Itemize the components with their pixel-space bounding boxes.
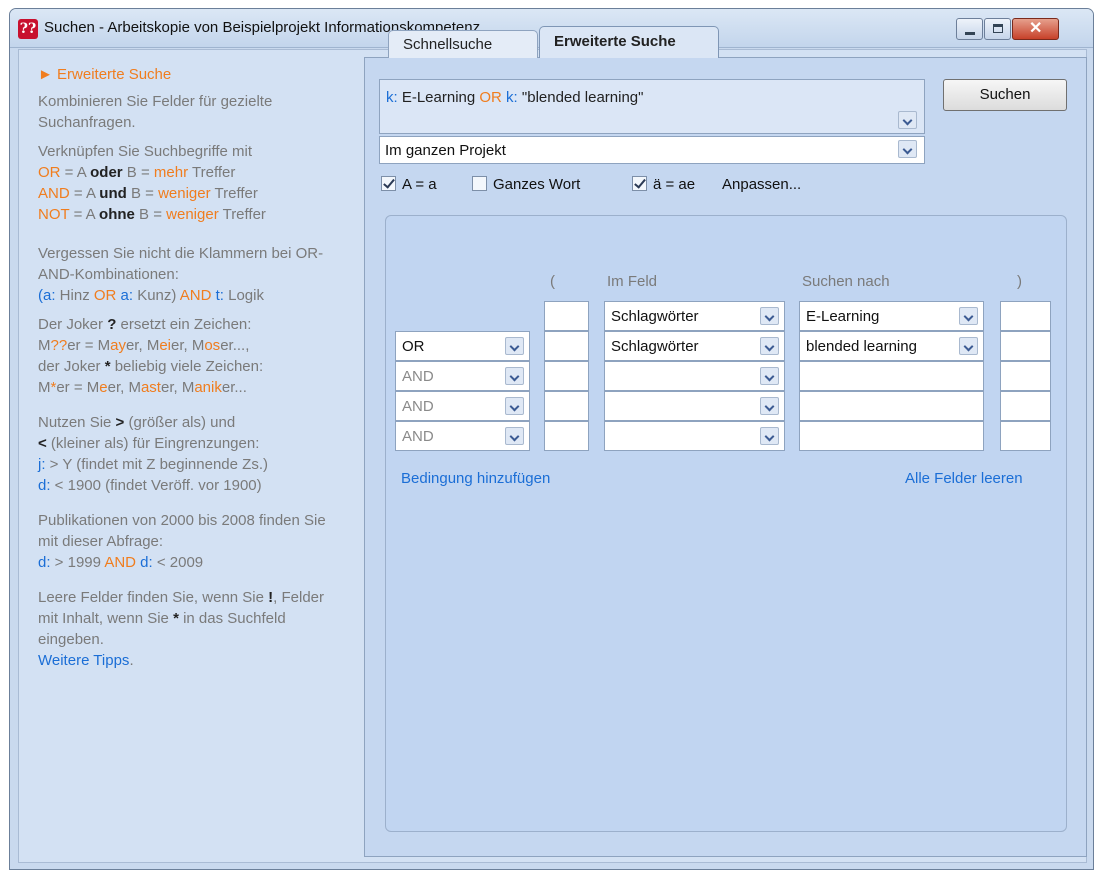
close-paren-input[interactable]: [1000, 301, 1051, 331]
more-tips-link[interactable]: Weitere Tipps: [38, 652, 129, 669]
chevron-down-icon[interactable]: [898, 111, 917, 129]
chevron-down-icon[interactable]: [760, 367, 779, 385]
chevron-down-icon[interactable]: [505, 397, 524, 415]
maximize-button[interactable]: [984, 18, 1011, 40]
tab-advanced-search[interactable]: Erweiterte Suche: [539, 26, 719, 58]
col-close-paren: ): [1017, 273, 1022, 290]
chevron-down-icon[interactable]: [505, 427, 524, 445]
open-paren-input[interactable]: [544, 421, 589, 451]
field-select[interactable]: [604, 361, 785, 391]
scope-select[interactable]: Im ganzen Projekt: [379, 136, 925, 164]
tab-quick-search[interactable]: Schnellsuche: [388, 30, 538, 58]
field-select[interactable]: [604, 421, 785, 451]
add-condition-link[interactable]: Bedingung hinzufügen: [401, 470, 550, 487]
chevron-down-icon[interactable]: [959, 307, 978, 325]
checkbox-unchecked-icon: [472, 176, 487, 191]
close-paren-input[interactable]: [1000, 391, 1051, 421]
operator-select[interactable]: AND: [395, 391, 530, 421]
open-paren-input[interactable]: [544, 391, 589, 421]
search-value-input[interactable]: blended learning: [799, 331, 984, 361]
clear-fields-link[interactable]: Alle Felder leeren: [905, 470, 1023, 487]
query-input[interactable]: k: E-Learning OR k: "blended learning": [379, 79, 925, 134]
query-text: k: E-Learning OR k: "blended learning": [386, 89, 644, 106]
search-value-input[interactable]: [799, 421, 984, 451]
help-header: ► Erweiterte Suche: [38, 66, 172, 83]
col-search: Suchen nach: [802, 273, 890, 290]
open-paren-input[interactable]: [544, 331, 589, 361]
help-empty-fields: Leere Felder finden Sie, wenn Sie !, Fel…: [38, 589, 325, 669]
chevron-down-icon[interactable]: [898, 140, 917, 158]
open-paren-input[interactable]: [544, 301, 589, 331]
chevron-down-icon[interactable]: [760, 307, 779, 325]
checkbox-checked-icon: [381, 176, 396, 191]
search-value-input[interactable]: [799, 391, 984, 421]
chevron-down-icon[interactable]: [760, 427, 779, 445]
umlaut-checkbox[interactable]: ä = ae: [632, 176, 695, 193]
search-button[interactable]: Suchen: [943, 79, 1067, 111]
maximize-icon: [993, 24, 1003, 33]
chevron-down-icon[interactable]: [505, 337, 524, 355]
help-brackets: Vergessen Sie nicht die Klammern bei OR-…: [38, 245, 324, 304]
search-window: ?? Suchen - Arbeitskopie von Beispielpro…: [9, 8, 1094, 870]
search-value-input[interactable]: E-Learning: [799, 301, 984, 331]
help-joker: Der Joker ? ersetzt ein Zeichen: M??er =…: [38, 316, 264, 396]
search-value-input[interactable]: [799, 361, 984, 391]
close-paren-input[interactable]: [1000, 361, 1051, 391]
operator-select[interactable]: OR: [395, 331, 530, 361]
help-panel: ► Erweiterte Suche Kombinieren Sie Felde…: [38, 64, 348, 679]
open-paren-input[interactable]: [544, 361, 589, 391]
whole-word-checkbox[interactable]: Ganzes Wort: [472, 176, 580, 193]
operator-select[interactable]: AND: [395, 361, 530, 391]
close-button[interactable]: ✕: [1012, 18, 1059, 40]
customize-link[interactable]: Anpassen...: [722, 176, 801, 193]
help-operators: Verknüpfen Sie Suchbegriffe mit OR = A o…: [38, 143, 266, 223]
close-paren-input[interactable]: [1000, 331, 1051, 361]
chevron-down-icon[interactable]: [505, 367, 524, 385]
chevron-down-icon[interactable]: [760, 337, 779, 355]
help-text: Kombinieren Sie Felder für gezielte Such…: [38, 93, 273, 131]
chevron-down-icon[interactable]: [959, 337, 978, 355]
field-select[interactable]: [604, 391, 785, 421]
help-ranges: Nutzen Sie > (größer als) und < (kleiner…: [38, 414, 268, 494]
checkbox-checked-icon: [632, 176, 647, 191]
close-paren-input[interactable]: [1000, 421, 1051, 451]
field-select[interactable]: Schlagwörter: [604, 331, 785, 361]
chevron-down-icon[interactable]: [760, 397, 779, 415]
field-select[interactable]: Schlagwörter: [604, 301, 785, 331]
close-icon: ✕: [1029, 20, 1043, 37]
col-open-paren: (: [550, 273, 555, 290]
minimize-button[interactable]: [956, 18, 983, 40]
col-field: Im Feld: [607, 273, 658, 290]
minimize-icon: [965, 32, 975, 35]
case-checkbox[interactable]: A = a: [381, 176, 437, 193]
help-years: Publikationen von 2000 bis 2008 finden S…: [38, 512, 326, 571]
app-logo-icon: ??: [18, 19, 38, 39]
operator-select[interactable]: AND: [395, 421, 530, 451]
